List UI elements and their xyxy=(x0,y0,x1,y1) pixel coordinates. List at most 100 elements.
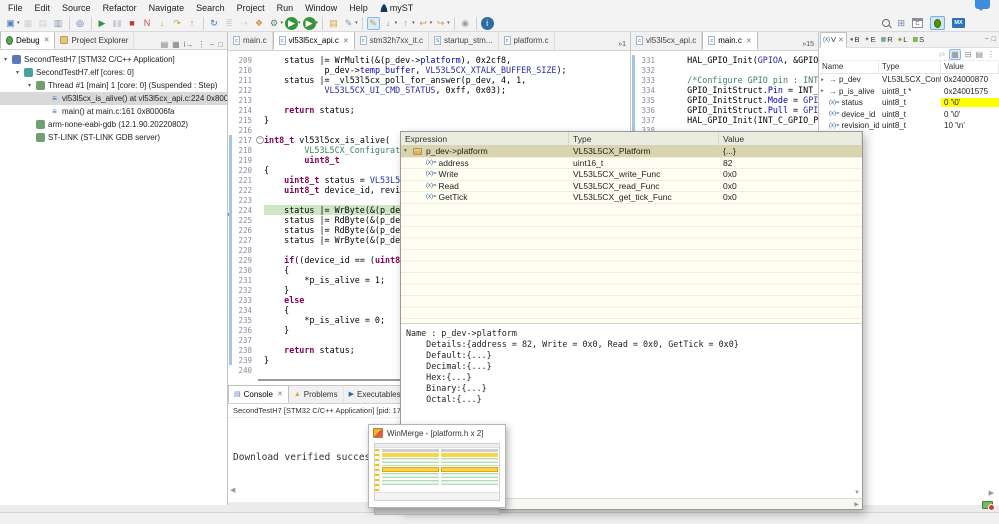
fold-marker-icon[interactable] xyxy=(255,365,264,375)
line-number[interactable]: 216 xyxy=(235,126,255,135)
save-all-icon[interactable]: ▤ ▾ xyxy=(37,17,50,30)
code-line[interactable]: 214 return status; xyxy=(228,105,630,115)
code-line[interactable]: 331 HAL_GPIO_Init(GPIOA, &GPIO_InitStruc… xyxy=(631,55,818,65)
code-text[interactable]: HAL_GPIO_Init(GPIOA, &GPIO_InitStruct); xyxy=(667,55,818,65)
step-into-icon[interactable]: ↓ ▾ xyxy=(156,17,169,30)
instruction-stepping-icon[interactable]: ≣ ▾ xyxy=(223,17,236,30)
step-over-icon[interactable]: ↷ ▾ xyxy=(171,17,184,30)
line-number[interactable]: 238 xyxy=(235,346,255,355)
open-folder-icon[interactable]: ▤ ▾ xyxy=(327,17,340,30)
tab-sfrs[interactable]: ▩ S ✕ xyxy=(910,32,926,48)
fold-marker-icon[interactable] xyxy=(255,325,264,335)
code-line[interactable]: 332 xyxy=(631,65,818,75)
run-icon[interactable]: ▶ ▾ xyxy=(285,17,301,30)
code-text[interactable]: /*Configure GPIO pin : INT_C_Pin */ xyxy=(667,75,818,85)
fold-marker-icon[interactable] xyxy=(658,115,667,125)
code-line[interactable]: 334 GPIO_InitStruct.Pin = INT_C_Pin; xyxy=(631,85,818,95)
line-number[interactable]: 221 xyxy=(235,176,255,185)
menu-edit[interactable]: Edit xyxy=(29,2,57,14)
code-line[interactable]: 212 VL53L5CX_UI_CMD_STATUS, 0xff, 0x03); xyxy=(228,85,630,95)
expression-value[interactable]: {...} xyxy=(719,146,862,156)
line-number[interactable]: 335 xyxy=(638,96,658,105)
step-return-icon[interactable]: ↑ ▾ xyxy=(186,17,199,30)
code-text[interactable]: HAL_GPIO_Init(INT_C_GPIO_Port, &GPIO_Ini… xyxy=(667,115,818,125)
expression-value[interactable]: 0x0 xyxy=(719,169,862,179)
line-number[interactable]: 214 xyxy=(235,106,255,115)
scroll-right-icon[interactable]: ▶ xyxy=(854,501,859,508)
menu-run[interactable]: Run xyxy=(271,2,300,14)
resume-icon[interactable]: ▶ ▾ xyxy=(96,17,109,30)
tab-registers[interactable]: ▦ R ✕ xyxy=(879,32,895,48)
fold-marker-icon[interactable] xyxy=(255,135,264,145)
restart-process-icon[interactable]: i→ xyxy=(184,40,194,49)
fold-marker-icon[interactable] xyxy=(658,95,667,105)
expr-row-read[interactable]: (x)= Read VL53L5CX_read_Func 0x0 xyxy=(401,181,862,193)
mark-occurrences-icon[interactable]: ✎ ▾ xyxy=(367,17,380,30)
info-icon[interactable]: i ▾ xyxy=(481,17,494,30)
line-number[interactable]: 235 xyxy=(235,316,255,325)
line-number[interactable]: 228 xyxy=(235,246,255,255)
fold-marker-icon[interactable] xyxy=(255,295,264,305)
fold-marker-icon[interactable] xyxy=(255,205,264,215)
code-line[interactable]: 210 p_dev->temp_buffer, VL53L5CX_XTALK_B… xyxy=(228,65,630,75)
menu-project[interactable]: Project xyxy=(231,2,271,14)
line-number[interactable]: 233 xyxy=(235,296,255,305)
tab-variables[interactable]: (x) V ✕ xyxy=(820,32,847,48)
tab-startup-stm[interactable]: S startup_stm... ✕ xyxy=(429,31,498,50)
debug-perspective-button[interactable] xyxy=(930,16,945,30)
fold-marker-icon[interactable] xyxy=(658,55,667,65)
fold-marker-icon[interactable] xyxy=(255,95,264,105)
tab-platform-c[interactable]: c platform.c ✕ xyxy=(499,31,555,50)
minimize-icon[interactable]: − xyxy=(209,40,214,49)
variable-value[interactable]: 0x24001575 xyxy=(941,87,999,96)
var-row-status[interactable]: (x)= status uint8_t 0 '\0' xyxy=(819,97,999,109)
tab-main-c[interactable]: c main.c ✕ xyxy=(228,31,273,50)
skip-breakpoints-icon[interactable]: ◎ ▾ xyxy=(74,17,87,30)
winmerge-preview-card[interactable]: WinMerge - [platform.h x 2] xyxy=(368,424,506,508)
scroll-down-icon[interactable]: ▼ xyxy=(854,490,860,496)
fold-marker-icon[interactable] xyxy=(658,75,667,85)
fold-marker-icon[interactable] xyxy=(255,185,264,195)
fold-marker-icon[interactable] xyxy=(255,85,264,95)
code-text[interactable]: status |= _vl53l5cx_poll_for_answer(p_de… xyxy=(264,75,630,85)
expr-row-address[interactable]: (x)= address uint16_t 82 xyxy=(401,158,862,170)
code-line[interactable]: 336 GPIO_InitStruct.Pull = GPIO_NOPULL; xyxy=(631,105,818,115)
fold-marker-icon[interactable] xyxy=(255,235,264,245)
var-row-revision-id[interactable]: (x)= revision_id uint8_t 10 '\n' xyxy=(819,120,999,132)
expr-row-write[interactable]: (x)= Write VL53L5CX_write_Func 0x0 xyxy=(401,169,862,181)
code-text[interactable]: GPIO_InitStruct.Pull = GPIO_NOPULL; xyxy=(667,105,818,115)
tab-expressions[interactable]: ✦ E ✕ xyxy=(863,32,878,48)
col-type[interactable]: Type xyxy=(879,61,941,73)
line-number[interactable]: 232 xyxy=(235,286,255,295)
terminate-icon[interactable]: ■ ▾ xyxy=(126,17,139,30)
forward-icon[interactable]: ↪ ▾ xyxy=(434,17,450,30)
back-icon[interactable]: ↩ ▾ xyxy=(417,17,433,30)
collapse-all-icon[interactable]: ⊟ xyxy=(965,50,972,59)
var-row-device-id[interactable]: (x)= device_id uint8_t 0 '\0' xyxy=(819,109,999,121)
fold-marker-icon[interactable] xyxy=(255,105,264,115)
fold-marker-icon[interactable] xyxy=(255,275,264,285)
menu-refactor[interactable]: Refactor xyxy=(97,2,143,14)
tab-debug[interactable]: Debug ✕ xyxy=(0,31,55,49)
new-wizard-icon[interactable]: ▣ ▾ xyxy=(4,17,20,30)
scroll-left-icon[interactable]: ◀ xyxy=(230,486,235,494)
menu-source[interactable]: Source xyxy=(56,2,97,14)
tab-overflow-indicator[interactable]: »15 xyxy=(802,41,818,50)
fold-marker-icon[interactable] xyxy=(255,355,264,365)
minimize-icon[interactable]: − xyxy=(985,36,989,43)
tab-project-explorer[interactable]: Project Explorer ✕ xyxy=(55,31,134,49)
restart-icon[interactable]: ↻ ▾ xyxy=(208,17,221,30)
code-line[interactable]: 335 GPIO_InitStruct.Mode = GPIO_MODE_IT_… xyxy=(631,95,818,105)
tree-item-stlink[interactable]: ST-LINK (ST-LINK GDB server) xyxy=(0,131,227,144)
code-line[interactable]: 211 status |= _vl53l5cx_poll_for_answer(… xyxy=(228,75,630,85)
close-tab-icon[interactable]: ✕ xyxy=(277,390,283,398)
tree-expander-icon[interactable]: ▾ xyxy=(26,82,33,89)
menu-myst[interactable]: myST xyxy=(374,2,420,14)
line-number[interactable]: 210 xyxy=(235,66,255,75)
fold-marker-icon[interactable] xyxy=(255,285,264,295)
fold-marker-icon[interactable] xyxy=(255,65,264,75)
fold-marker-icon[interactable] xyxy=(255,145,264,155)
variable-value[interactable]: 0 '\0' xyxy=(941,98,999,107)
line-number[interactable]: 215 xyxy=(235,116,255,125)
menu-help[interactable]: Help xyxy=(343,2,374,14)
